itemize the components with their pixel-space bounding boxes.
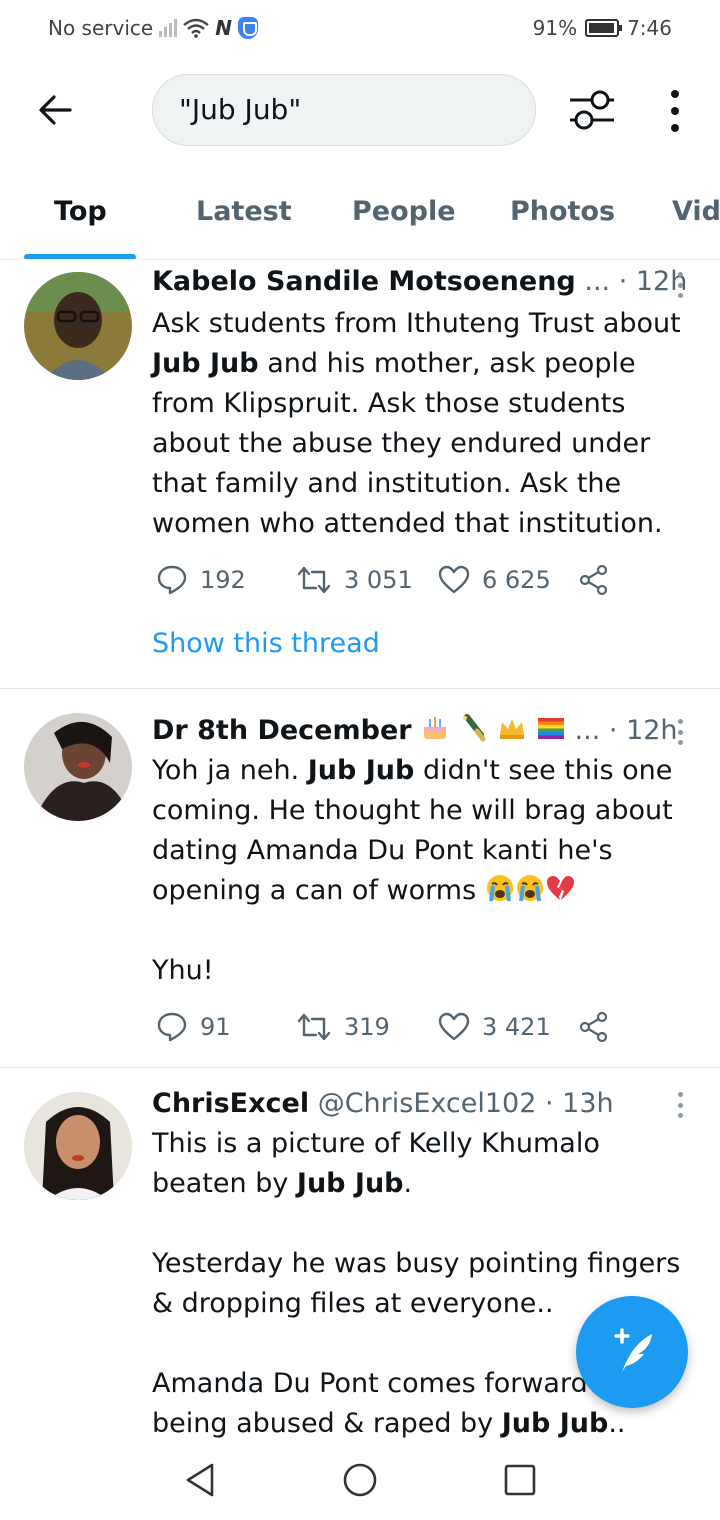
tab-top[interactable]: Top [54, 196, 107, 227]
active-tab-indicator [24, 254, 136, 259]
rainbow-flag-emoji-icon [537, 718, 564, 739]
tweet-actions: 192 3 051 6 625 [152, 560, 632, 600]
filter-icon[interactable] [566, 88, 618, 132]
search-tabs: Top Latest People Photos Vide [0, 190, 720, 260]
author-name[interactable]: ChrisExcel [152, 1088, 309, 1119]
wifi-icon [183, 18, 209, 38]
tweet-menu-icon[interactable] [676, 719, 684, 745]
author-handle: ... [574, 715, 601, 746]
crown-emoji-icon [500, 719, 525, 739]
nav-home-icon[interactable] [342, 1462, 378, 1498]
like-icon [438, 565, 470, 594]
retweet-button[interactable]: 3 051 [296, 560, 413, 600]
like-button[interactable]: 3 421 [438, 1007, 551, 1047]
like-icon [438, 1012, 470, 1041]
like-count: 3 421 [482, 1013, 551, 1041]
battery-percent: 91% [532, 16, 578, 40]
author-name[interactable]: Dr 8th December [152, 715, 412, 746]
reply-icon [157, 565, 187, 595]
like-button[interactable]: 6 625 [438, 560, 551, 600]
nav-back-icon[interactable] [184, 1462, 216, 1498]
back-arrow-icon[interactable] [34, 88, 78, 132]
tweet[interactable]: Kabelo Sandile Motsoeneng ... · 12h Ask … [0, 262, 720, 688]
tweet-menu-icon[interactable] [676, 1092, 684, 1118]
retweet-count: 3 051 [344, 566, 413, 594]
tweet-meta: Kabelo Sandile Motsoeneng ... · 12h [152, 266, 687, 297]
compose-icon [614, 1328, 652, 1372]
retweet-icon [297, 1013, 331, 1041]
tweet-text: Ask students from Ithuteng Trust about J… [152, 308, 681, 539]
battery-icon [585, 19, 623, 37]
carrier-label: No service [48, 16, 154, 40]
show-thread-link[interactable]: Show this thread [152, 628, 380, 659]
avatar[interactable] [24, 713, 132, 821]
tweet-time: · 12h [608, 715, 678, 746]
author-handle: ... [584, 266, 611, 297]
nfc-icon: N [215, 16, 232, 40]
like-count: 6 625 [482, 566, 551, 594]
more-vert-icon[interactable] [660, 90, 690, 132]
retweet-count: 319 [344, 1013, 390, 1041]
reply-button[interactable]: 192 [156, 560, 246, 600]
retweet-icon [297, 566, 331, 594]
tab-people[interactable]: People [352, 196, 456, 227]
crying-face-emoji-icon [516, 875, 543, 902]
broken-heart-emoji-icon [546, 876, 574, 900]
author-name[interactable]: Kabelo Sandile Motsoeneng [152, 266, 576, 297]
vpn-shield-icon [237, 17, 258, 39]
avatar[interactable] [24, 1092, 132, 1200]
tab-videos[interactable]: Vide [672, 196, 720, 227]
cake-emoji-icon [424, 717, 447, 739]
tab-latest[interactable]: Latest [196, 196, 292, 227]
retweet-button[interactable]: 319 [296, 1007, 390, 1047]
share-button[interactable] [578, 1007, 610, 1047]
signal-icon [159, 19, 178, 37]
author-handle: @ChrisExcel102 [317, 1088, 537, 1119]
system-nav-bar [0, 1440, 720, 1520]
tweet-text: Yoh ja neh. Jub Jub didn't see this one … [152, 755, 673, 986]
share-button[interactable] [578, 560, 610, 600]
search-header: "Jub Jub" [0, 72, 720, 148]
reply-icon [157, 1012, 187, 1042]
search-input[interactable]: "Jub Jub" [152, 74, 536, 146]
clock: 7:46 [627, 16, 672, 40]
crying-face-emoji-icon [486, 875, 513, 902]
tweet-meta: ChrisExcel @ChrisExcel102 · 13h [152, 1088, 614, 1119]
tweet[interactable]: Dr 8th December ... · 12h Yoh ja neh. Ju… [0, 689, 720, 1067]
reply-button[interactable]: 91 [156, 1007, 231, 1047]
tweet-meta: Dr 8th December ... · 12h [152, 713, 678, 746]
reply-count: 192 [200, 566, 246, 594]
reply-count: 91 [200, 1013, 231, 1041]
compose-tweet-button[interactable] [576, 1296, 688, 1408]
tweet-actions: 91 319 3 421 [152, 1007, 632, 1047]
tab-photos[interactable]: Photos [510, 196, 615, 227]
tweet-menu-icon[interactable] [676, 272, 684, 298]
champagne-emoji-icon [462, 714, 486, 742]
share-icon [579, 564, 608, 596]
tweet-time: · 13h [545, 1088, 614, 1119]
status-bar: No service N 91% 7:46 [0, 0, 720, 56]
nav-recents-icon[interactable] [504, 1464, 536, 1496]
avatar[interactable] [24, 272, 132, 380]
share-icon [579, 1011, 608, 1043]
